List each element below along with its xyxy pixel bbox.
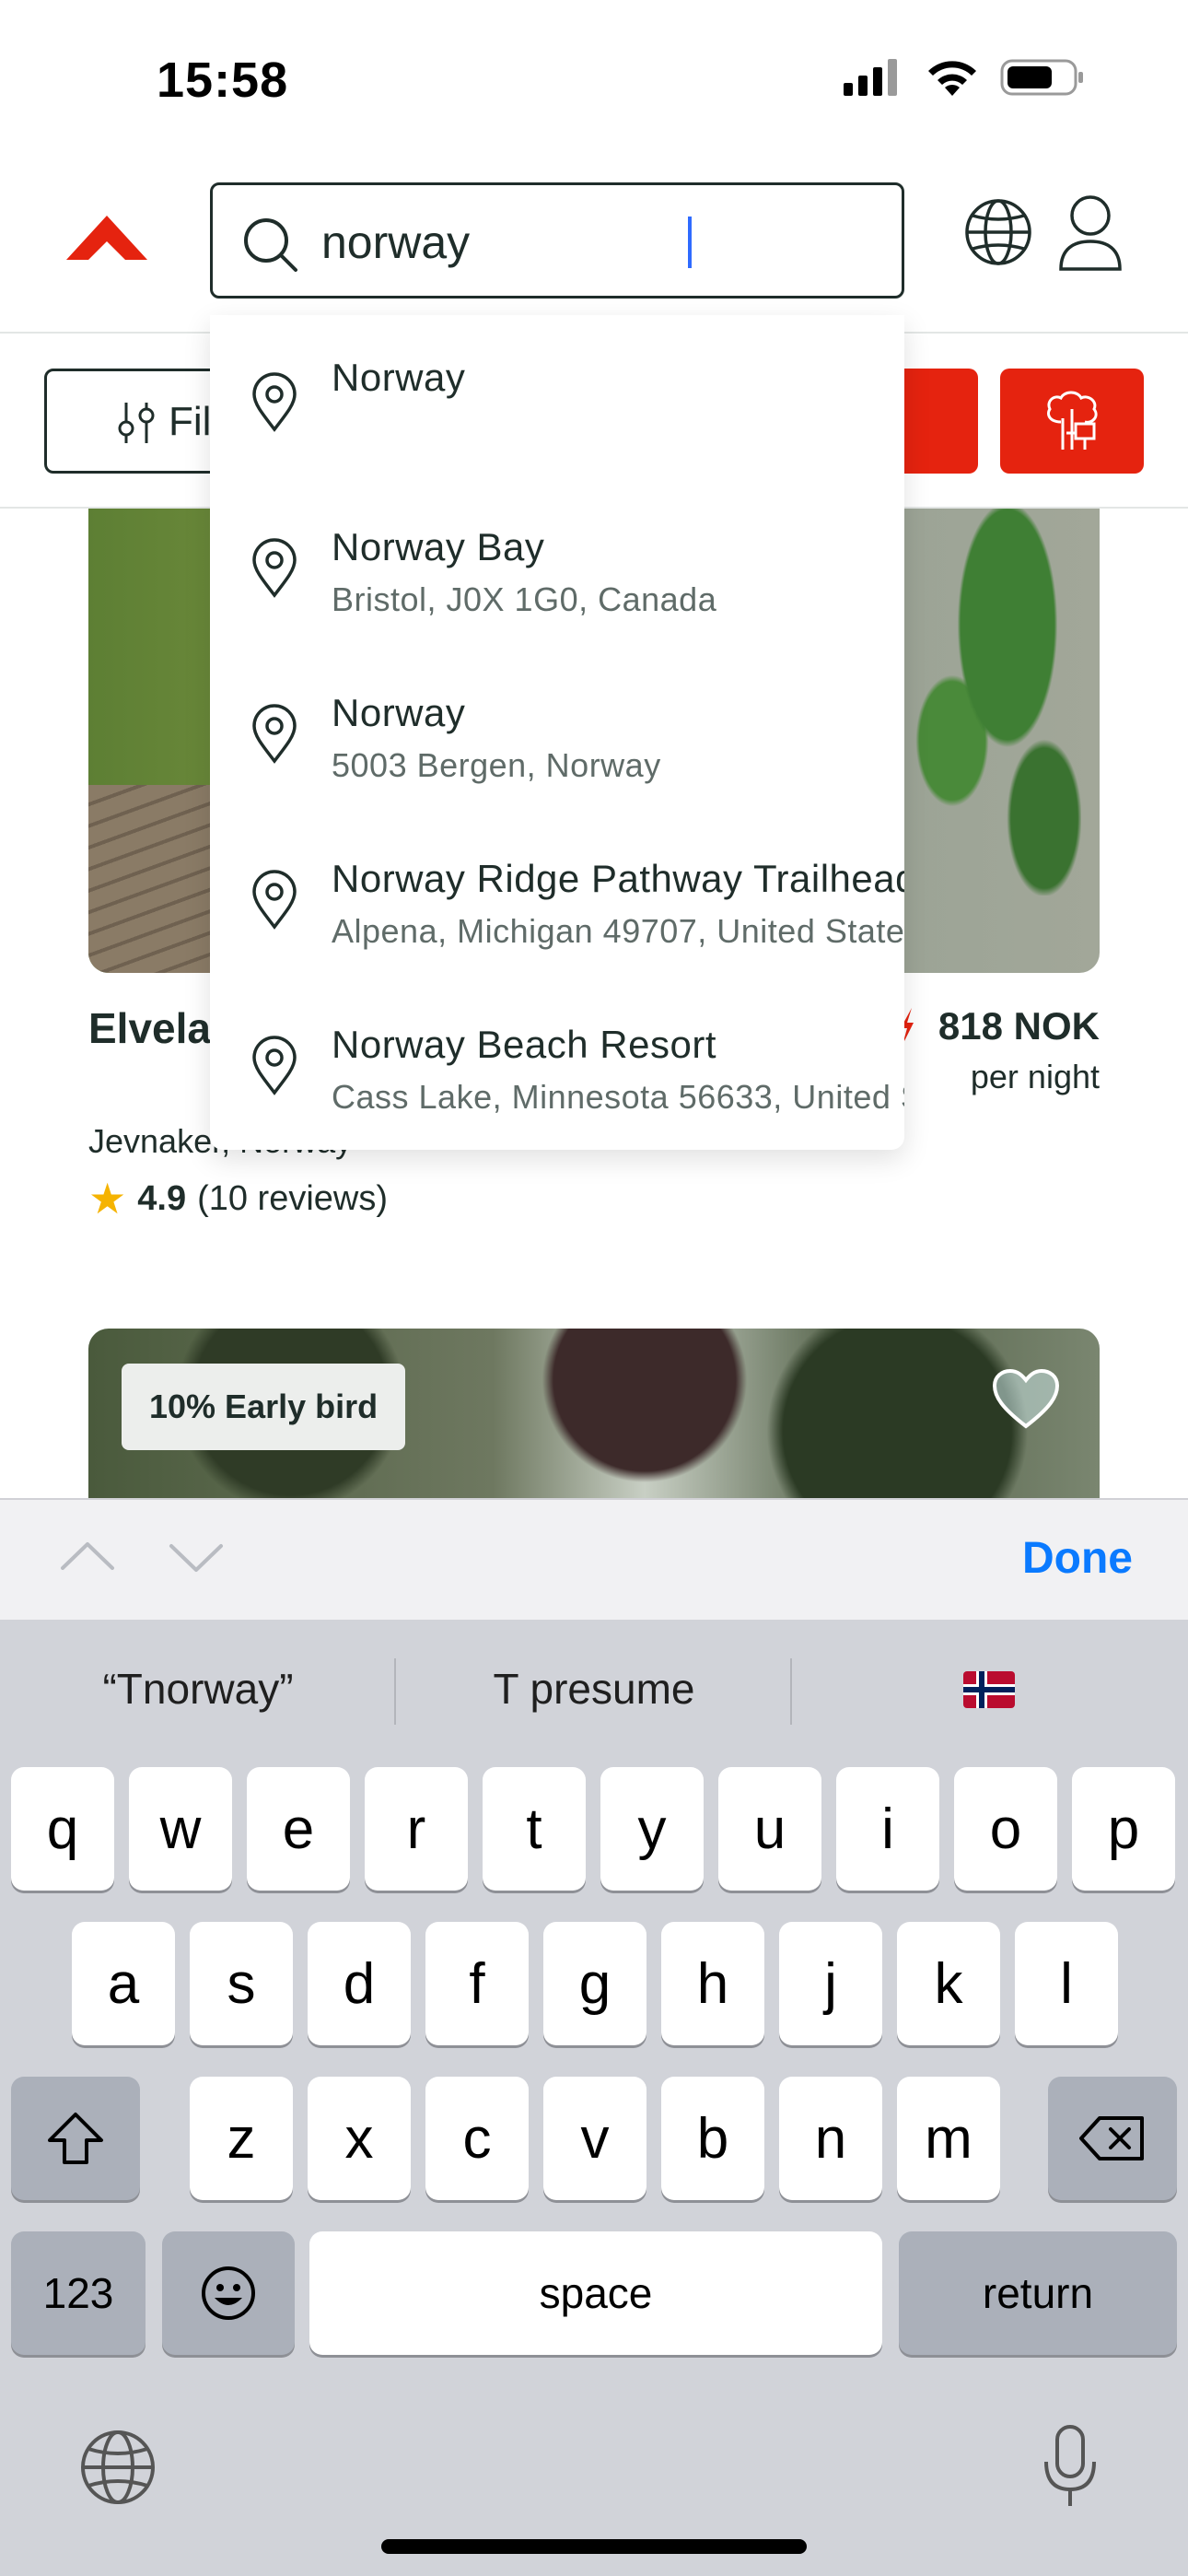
suggestion-item[interactable]: Norway 5003 Bergen, Norway (210, 647, 904, 813)
key-u[interactable]: u (718, 1767, 821, 1891)
listing-photo-2[interactable]: 10% Early bird (88, 1329, 1100, 1500)
suggestion-title: Norway (332, 356, 466, 399)
key-g[interactable]: g (543, 1922, 646, 2045)
star-icon: ★ (88, 1175, 127, 1223)
space-key[interactable]: space (309, 2231, 882, 2355)
sliders-icon (118, 403, 155, 443)
location-pin-icon (252, 1036, 297, 1095)
wifi-icon (928, 61, 976, 96)
dictation-microphone-icon[interactable] (1041, 2423, 1100, 2510)
key-z[interactable]: z (190, 2077, 293, 2200)
treehouse-chip[interactable] (1000, 369, 1144, 474)
delete-key[interactable] (1048, 2077, 1177, 2200)
key-l[interactable]: l (1015, 1922, 1118, 2045)
battery-icon (1000, 59, 1083, 96)
key-j[interactable]: j (779, 1922, 882, 2045)
key-q[interactable]: q (11, 1767, 114, 1891)
search-box[interactable] (210, 182, 904, 299)
location-pin-icon (252, 372, 297, 432)
key-h[interactable]: h (661, 1922, 764, 2045)
app-logo[interactable] (64, 214, 149, 269)
key-n[interactable]: n (779, 2077, 882, 2200)
treehouse-icon (1047, 391, 1098, 450)
return-key[interactable]: return (899, 2231, 1177, 2355)
status-icons (844, 57, 1085, 98)
status-time: 15:58 (157, 53, 289, 108)
suggestion-subtitle: Cass Lake, Minnesota 56633, United State… (332, 1078, 904, 1116)
price-unit: per night (970, 1058, 1100, 1095)
key-o[interactable]: o (954, 1767, 1057, 1891)
key-s[interactable]: s (190, 1922, 293, 2045)
next-field-chevron-down-icon[interactable] (168, 1542, 225, 1575)
location-pin-icon (252, 704, 297, 764)
suggestion-subtitle: Alpena, Michigan 49707, United States (332, 912, 904, 950)
language-globe-icon[interactable] (963, 197, 1033, 267)
shift-icon (48, 2113, 103, 2164)
user-account-icon[interactable] (1057, 193, 1124, 273)
rating-value: 4.9 (137, 1178, 187, 1218)
suggestion-title: Norway Bay (332, 525, 545, 568)
suggestion-subtitle: 5003 Bergen, Norway (332, 746, 661, 784)
suggestion-title: Norway Beach Resort (332, 1023, 716, 1066)
key-r[interactable]: r (365, 1767, 468, 1891)
listing-rating: ★ 4.9 (10 reviews) (88, 1174, 388, 1224)
listing-price: 818 NOK (938, 1004, 1100, 1048)
review-count: (10 reviews) (197, 1178, 389, 1218)
norway-flag-emoji-icon[interactable] (963, 1671, 1015, 1708)
done-button[interactable]: Done (1022, 1533, 1133, 1584)
key-p[interactable]: p (1072, 1767, 1175, 1891)
home-indicator (381, 2539, 807, 2554)
location-pin-icon (252, 870, 297, 930)
key-c[interactable]: c (425, 2077, 529, 2200)
search-input[interactable] (321, 207, 837, 277)
prediction-2[interactable]: T presume (396, 1664, 792, 1714)
early-bird-badge: 10% Early bird (122, 1364, 406, 1450)
key-i[interactable]: i (836, 1767, 939, 1891)
key-w[interactable]: w (129, 1767, 232, 1891)
cellular-signal-icon (844, 59, 897, 96)
search-icon (244, 218, 297, 272)
backspace-icon (1079, 2116, 1144, 2160)
location-pin-icon (252, 538, 297, 598)
emoji-icon (202, 2266, 255, 2320)
heart-icon[interactable] (993, 1369, 1059, 1430)
suggestion-item[interactable]: Norway Beach Resort Cass Lake, Minnesota… (210, 978, 904, 1144)
suggestion-title: Norway Ridge Pathway Trailhead (332, 857, 904, 900)
keyboard-accessory-bar: Done (0, 1498, 1188, 1620)
suggestion-title: Norway (332, 691, 466, 734)
shift-key[interactable] (11, 2077, 140, 2200)
system-keyboard: “Tnorway” T presume q w e r t y u i o p … (0, 1620, 1188, 2576)
search-suggestions: Norway Norway Bay Bristol, J0X 1G0, Cana… (210, 315, 904, 1150)
key-e[interactable]: e (247, 1767, 350, 1891)
keyboard-language-globe-icon[interactable] (79, 2429, 157, 2506)
predictive-bar: “Tnorway” T presume (0, 1620, 1188, 1763)
suggestion-subtitle: Bristol, J0X 1G0, Canada (332, 580, 717, 618)
suggestion-item[interactable]: Norway Bay Bristol, J0X 1G0, Canada (210, 481, 904, 647)
key-t[interactable]: t (483, 1767, 586, 1891)
suggestion-item[interactable]: Norway Ridge Pathway Trailhead Alpena, M… (210, 813, 904, 978)
key-y[interactable]: y (600, 1767, 704, 1891)
key-k[interactable]: k (897, 1922, 1000, 2045)
app-header (0, 175, 1188, 334)
key-b[interactable]: b (661, 2077, 764, 2200)
suggestion-item[interactable]: Norway (210, 315, 904, 481)
key-a[interactable]: a (72, 1922, 175, 2045)
key-f[interactable]: f (425, 1922, 529, 2045)
prediction-1[interactable]: “Tnorway” (0, 1664, 396, 1714)
previous-field-chevron-up-icon[interactable] (59, 1539, 116, 1572)
numbers-key[interactable]: 123 (11, 2231, 146, 2355)
key-d[interactable]: d (308, 1922, 411, 2045)
text-caret (688, 217, 692, 268)
key-v[interactable]: v (543, 2077, 646, 2200)
key-x[interactable]: x (308, 2077, 411, 2200)
emoji-key[interactable] (162, 2231, 295, 2355)
key-m[interactable]: m (897, 2077, 1000, 2200)
